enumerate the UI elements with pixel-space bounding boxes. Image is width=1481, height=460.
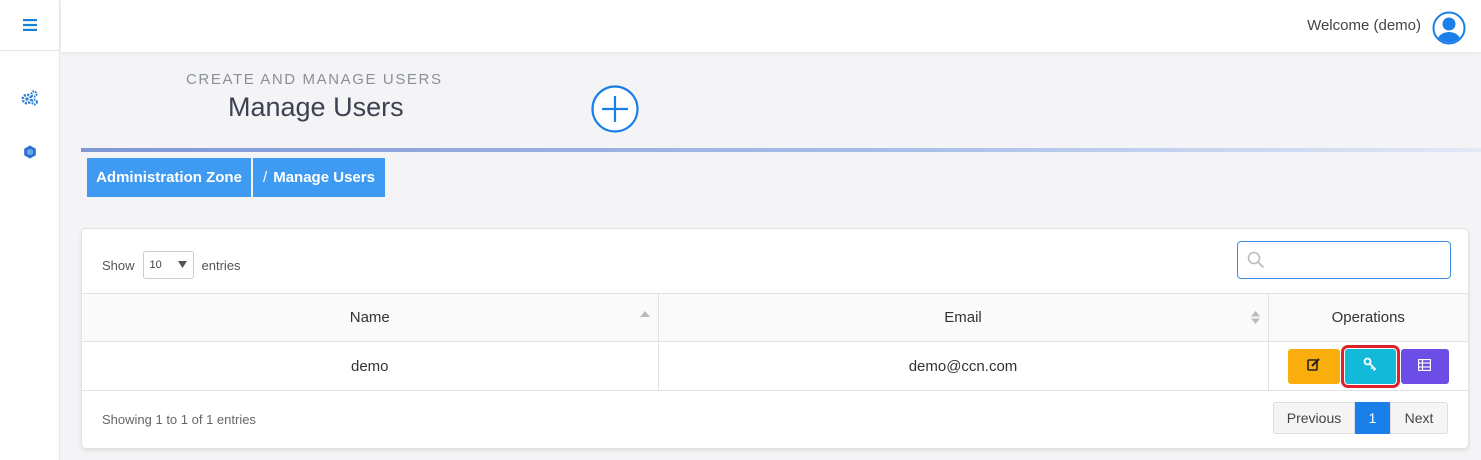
show-label: Show [102, 257, 135, 273]
cogs-icon [21, 89, 39, 111]
sort-ascending-icon [639, 311, 650, 318]
user-permissions-button[interactable] [1400, 348, 1449, 384]
column-header-label: Name [349, 309, 390, 326]
welcome-text: Welcome (demo) [1307, 17, 1421, 34]
cell-name: demo [82, 341, 659, 391]
sidebar-item-modules[interactable] [0, 136, 60, 172]
breadcrumb-label: Manage Users [273, 169, 375, 186]
change-password-button[interactable] [1340, 344, 1400, 388]
breadcrumb-label: Administration Zone [96, 169, 242, 186]
edit-icon [1307, 357, 1320, 375]
page-subtitle: CREATE AND MANAGE USERS [186, 71, 443, 88]
page-title: Manage Users [228, 92, 404, 122]
entries-select[interactable]: 10 [142, 251, 194, 279]
pagination: Previous 1 Next [1273, 402, 1448, 434]
top-bar: Welcome (demo) [61, 0, 1481, 52]
key-icon [1363, 357, 1377, 375]
header-divider [81, 148, 1481, 152]
sidebar-item-settings[interactable] [0, 82, 60, 118]
dropdown-arrow-icon [177, 259, 187, 271]
column-header-label: Operations [1331, 309, 1405, 326]
table-info: Showing 1 to 1 of 1 entries [102, 412, 256, 427]
users-table-card: Show 10 entries Name Email Operations de… [81, 228, 1469, 449]
operations-group [1269, 344, 1469, 388]
next-page-button[interactable]: Next [1390, 402, 1448, 434]
previous-page-button[interactable]: Previous [1273, 402, 1355, 434]
breadcrumb-separator: / [263, 169, 268, 186]
hexagon-icon [23, 145, 37, 164]
search-input[interactable] [1270, 246, 1445, 274]
sort-both-icon [1250, 311, 1260, 325]
add-user-button[interactable] [591, 85, 639, 133]
table-row: demo demo@ccn.com [82, 341, 1469, 391]
column-header-label: Email [944, 309, 982, 326]
breadcrumb-manage-users[interactable]: / Manage Users [253, 158, 385, 197]
column-header-email[interactable]: Email [657, 293, 1269, 342]
list-icon [1418, 358, 1432, 375]
page-1-button[interactable]: 1 [1355, 402, 1390, 434]
user-avatar-icon[interactable] [1432, 11, 1466, 45]
entries-value: 10 [149, 259, 162, 271]
users-table: Name Email Operations demo demo@ccn.com [82, 293, 1468, 391]
search-box [1237, 241, 1451, 279]
hamburger-menu-icon[interactable] [0, 0, 60, 51]
cell-operations [1267, 341, 1469, 391]
entries-length-control: Show 10 entries [102, 251, 241, 279]
column-header-operations: Operations [1267, 293, 1468, 342]
sidebar [0, 0, 60, 460]
breadcrumb-administration-zone[interactable]: Administration Zone [87, 158, 251, 197]
column-header-name[interactable]: Name [82, 293, 659, 342]
table-header-row: Name Email Operations [82, 293, 1468, 342]
search-icon [1247, 251, 1265, 269]
cell-email: demo@ccn.com [657, 341, 1269, 391]
entries-label: entries [201, 257, 241, 273]
edit-user-button[interactable] [1287, 348, 1340, 384]
